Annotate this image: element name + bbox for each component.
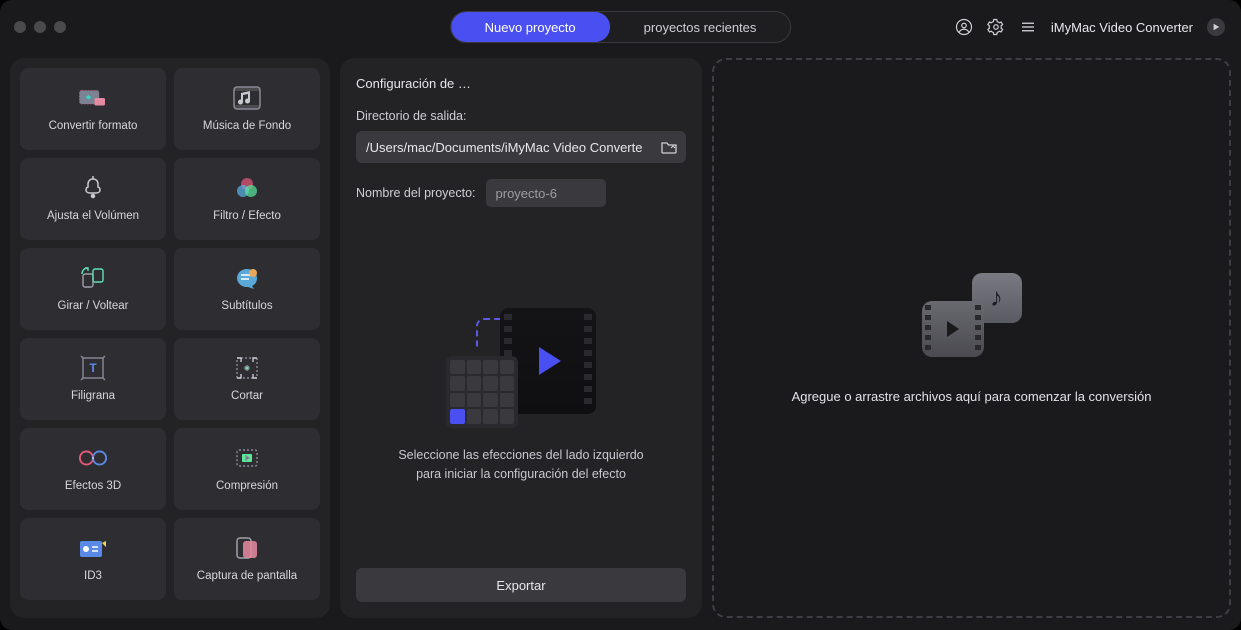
project-name-input[interactable]: proyecto-6 bbox=[486, 179, 606, 207]
config-title: Configuración de … bbox=[356, 76, 686, 91]
tool-filter-effect[interactable]: Filtro / Efecto bbox=[174, 158, 320, 240]
tab-recent-projects[interactable]: proyectos recientes bbox=[610, 12, 791, 42]
tool-label: Compresión bbox=[216, 480, 278, 492]
output-dir-label: Directorio de salida: bbox=[356, 109, 686, 123]
export-button[interactable]: Exportar bbox=[356, 568, 686, 602]
tool-label: Captura de pantalla bbox=[197, 570, 297, 582]
tool-compression[interactable]: Compresión bbox=[174, 428, 320, 510]
video-file-icon bbox=[922, 301, 984, 357]
filter-effect-icon bbox=[232, 176, 262, 200]
titlebar: Nuevo proyecto proyectos recientes iMyMa… bbox=[0, 0, 1241, 54]
tool-label: ID3 bbox=[84, 570, 102, 582]
grid-icon bbox=[446, 356, 518, 428]
tool-adjust-volume[interactable]: Ajusta el Volúmen bbox=[20, 158, 166, 240]
settings-icon[interactable] bbox=[987, 18, 1005, 36]
minimize-window-button[interactable] bbox=[34, 21, 46, 33]
tool-label: Convertir formato bbox=[49, 120, 138, 132]
tool-trim[interactable]: Cortar bbox=[174, 338, 320, 420]
compression-icon bbox=[232, 446, 262, 470]
tool-label: Girar / Voltear bbox=[58, 300, 129, 312]
tools-grid: Convertir formato Música de Fondo Ajusta… bbox=[20, 68, 320, 600]
account-icon[interactable] bbox=[955, 18, 973, 36]
trim-icon bbox=[232, 356, 262, 380]
config-panel: Configuración de … Directorio de salida:… bbox=[340, 58, 702, 618]
volume-icon bbox=[78, 176, 108, 200]
close-window-button[interactable] bbox=[14, 21, 26, 33]
project-name-row: Nombre del proyecto: proyecto-6 bbox=[356, 179, 686, 207]
tool-effects-3d[interactable]: Efectos 3D bbox=[20, 428, 166, 510]
subtitles-icon bbox=[232, 266, 262, 290]
menu-icon[interactable] bbox=[1019, 18, 1037, 36]
screenshot-icon bbox=[232, 536, 262, 560]
effects-3d-icon bbox=[78, 446, 108, 470]
watermark-icon: T bbox=[78, 356, 108, 380]
app-title: iMyMac Video Converter bbox=[1051, 20, 1193, 35]
output-dir-field[interactable]: /Users/mac/Documents/iMyMac Video Conver… bbox=[356, 131, 686, 163]
tool-id3[interactable]: ID3 bbox=[20, 518, 166, 600]
drop-zone-text: Agregue o arrastre archivos aquí para co… bbox=[792, 389, 1152, 404]
window-controls bbox=[14, 21, 66, 33]
file-drop-zone[interactable]: ♪ Agregue o arrastre archivos aquí para … bbox=[712, 58, 1231, 618]
id3-icon bbox=[78, 536, 108, 560]
tool-label: Música de Fondo bbox=[203, 120, 291, 132]
background-music-icon bbox=[232, 86, 262, 110]
tool-background-music[interactable]: Música de Fondo bbox=[174, 68, 320, 150]
tools-sidebar: Convertir formato Música de Fondo Ajusta… bbox=[10, 58, 330, 618]
effect-preview-area: Seleccione las efecciones del lado izqui… bbox=[356, 237, 686, 554]
main-content: Convertir formato Música de Fondo Ajusta… bbox=[0, 54, 1241, 630]
tool-label: Filigrana bbox=[71, 390, 115, 402]
output-dir-value: /Users/mac/Documents/iMyMac Video Conver… bbox=[366, 140, 658, 155]
preview-illustration bbox=[446, 308, 596, 428]
tool-screenshot[interactable]: Captura de pantalla bbox=[174, 518, 320, 600]
tool-subtitles[interactable]: Subtítulos bbox=[174, 248, 320, 330]
preview-play-icon[interactable] bbox=[1207, 18, 1225, 36]
tool-label: Subtítulos bbox=[221, 300, 272, 312]
tool-label: Filtro / Efecto bbox=[213, 210, 281, 222]
tool-convert-format[interactable]: Convertir formato bbox=[20, 68, 166, 150]
svg-text:T: T bbox=[89, 361, 97, 375]
tab-new-project[interactable]: Nuevo proyecto bbox=[451, 12, 610, 42]
rotate-flip-icon bbox=[78, 266, 108, 290]
tool-label: Efectos 3D bbox=[65, 480, 121, 492]
tool-label: Ajusta el Volúmen bbox=[47, 210, 139, 222]
project-name-label: Nombre del proyecto: bbox=[356, 186, 476, 200]
project-tabs: Nuevo proyecto proyectos recientes bbox=[450, 11, 792, 43]
header-right-controls: iMyMac Video Converter bbox=[955, 18, 1225, 36]
tool-rotate-flip[interactable]: Girar / Voltear bbox=[20, 248, 166, 330]
tool-label: Cortar bbox=[231, 390, 263, 402]
tool-watermark[interactable]: T Filigrana bbox=[20, 338, 166, 420]
config-hint-text: Seleccione las efecciones del lado izqui… bbox=[398, 446, 643, 484]
app-window: Nuevo proyecto proyectos recientes iMyMa… bbox=[0, 0, 1241, 630]
browse-folder-icon[interactable] bbox=[658, 136, 680, 158]
convert-format-icon bbox=[78, 86, 108, 110]
maximize-window-button[interactable] bbox=[54, 21, 66, 33]
drop-zone-illustration: ♪ bbox=[922, 273, 1022, 357]
